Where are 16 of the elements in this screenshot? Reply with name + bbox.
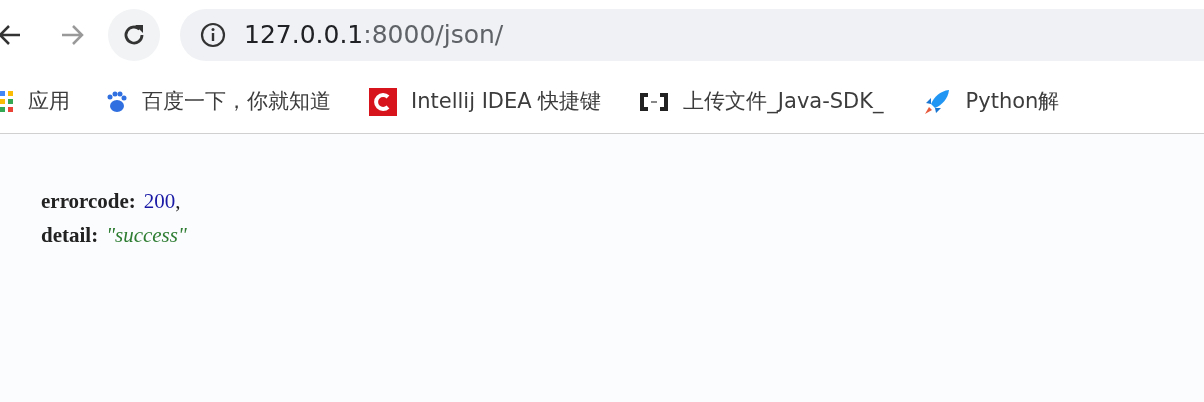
json-key: errorcode: <box>41 184 136 218</box>
json-value: 200 <box>143 188 176 215</box>
json-value: "success" <box>106 222 187 249</box>
json-key: detail: <box>41 218 99 252</box>
address-bar[interactable]: 127.0.0.1:8000/json/ <box>180 9 1204 61</box>
info-icon <box>200 22 226 48</box>
reload-button[interactable] <box>108 9 160 61</box>
bookmark[interactable]: 上传文件_Java-SDK_ <box>639 85 884 118</box>
url-text: 127.0.0.1:8000/json/ <box>244 19 504 52</box>
brackets-icon <box>639 91 670 112</box>
letter-c-logo-icon <box>369 87 397 116</box>
bookmark[interactable]: 百度一下，你就知道 <box>104 85 331 118</box>
bookmark[interactable]: 应用 <box>0 85 70 118</box>
comma: , <box>175 188 181 215</box>
bookmark[interactable]: Python解 <box>921 85 1060 118</box>
bookmark[interactable]: Intellij IDEA 快捷键 <box>369 85 602 118</box>
